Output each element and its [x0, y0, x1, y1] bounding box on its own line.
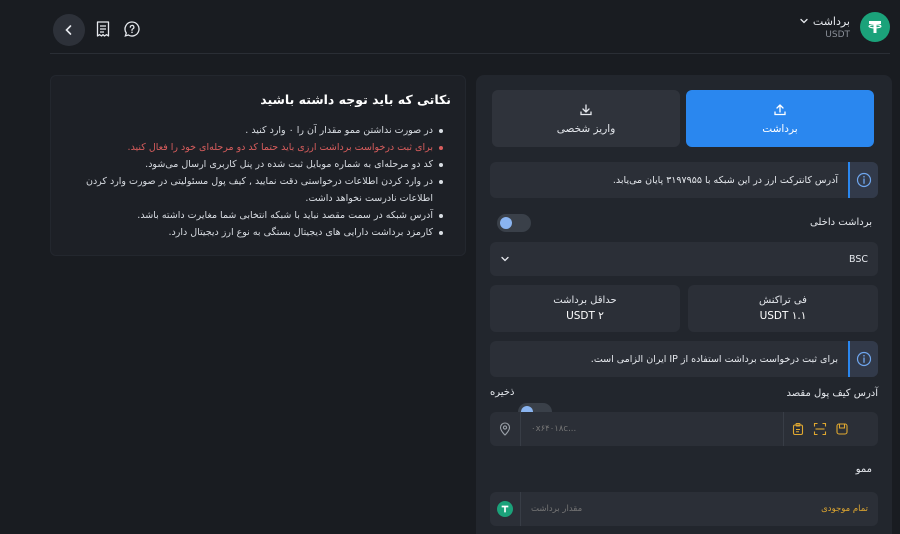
header-divider: [50, 53, 890, 54]
min-withdraw-value: ۲ USDT: [566, 310, 604, 322]
help-chat-icon[interactable]: [123, 20, 141, 38]
tether-coin-icon: [497, 501, 513, 517]
tab-withdraw-label: برداشت: [762, 122, 798, 135]
tether-logo-icon: [860, 12, 890, 42]
min-withdraw-card: حداقل برداشت ۲ USDT: [490, 285, 680, 332]
network-value: BSC: [848, 253, 868, 265]
ip-info-text: برای ثبت درخواست برداشت استفاده از IP ای…: [590, 353, 838, 365]
amount-input[interactable]: [521, 492, 822, 526]
withdraw-form: برداشت واریز شخصی آدرس کانترکت ارز در ای…: [476, 75, 892, 534]
notes-panel: نکاتی که باید توجه داشته باشید در صورت ن…: [50, 75, 466, 256]
fee-label: فی تراکنش: [759, 295, 807, 306]
memo-label: ممو: [855, 464, 872, 475]
info-icon: [856, 172, 872, 188]
network-select[interactable]: BSC: [490, 242, 878, 276]
min-withdraw-label: حداقل برداشت: [553, 295, 617, 306]
note-item-warning: برای ثبت درخواست برداشت ارزی باید حتما ک…: [83, 139, 443, 156]
note-item: کارمزد برداشت دارایی های دیجیتال بستگی ب…: [83, 224, 443, 241]
notes-list: در صورت نداشتن ممو مقدار آن را ۰ وارد کن…: [83, 122, 443, 241]
all-balance-button[interactable]: تمام موجودی: [821, 504, 878, 514]
address-book-icon[interactable]: [835, 422, 849, 436]
note-item: آدرس شبکه در سمت مقصد نباید با شبکه انتخ…: [83, 207, 443, 224]
fee-value: ۱.۱ USDT: [759, 310, 807, 322]
back-button[interactable]: [53, 14, 85, 46]
tab-personal-deposit-label: واریز شخصی: [556, 122, 616, 135]
upload-icon: [774, 103, 786, 115]
currency-header[interactable]: برداشت USDT: [799, 12, 890, 42]
currency-symbol: USDT: [825, 29, 850, 40]
scan-qr-icon[interactable]: [813, 422, 827, 436]
receipt-icon[interactable]: [94, 20, 112, 38]
chevron-down-icon: [501, 256, 509, 262]
fee-card: فی تراکنش ۱.۱ USDT: [688, 285, 878, 332]
note-item: در صورت نداشتن ممو مقدار آن را ۰ وارد کن…: [83, 122, 443, 139]
note-item: در وارد کردن اطلاعات درخواستی دقت نمایید…: [83, 173, 443, 207]
amount-input-row: تمام موجودی: [490, 492, 878, 526]
tab-withdraw[interactable]: برداشت: [686, 90, 874, 147]
contract-info-box: آدرس کانترکت ارز در این شبکه با ۳۱۹۷۹۵۵ …: [490, 162, 878, 198]
contract-info-text: آدرس کانترکت ارز در این شبکه با ۳۱۹۷۹۵۵ …: [612, 174, 838, 186]
notes-title: نکاتی که باید توجه داشته باشید: [260, 92, 451, 107]
info-icon: [856, 351, 872, 367]
tab-personal-deposit[interactable]: واریز شخصی: [492, 90, 680, 147]
save-address-label: ذخیره: [490, 387, 515, 398]
internal-withdraw-toggle[interactable]: [497, 214, 531, 232]
currency-title: برداشت: [812, 14, 850, 28]
download-icon: [580, 103, 592, 115]
internal-withdraw-label: برداشت داخلی: [810, 217, 872, 228]
address-label: آدرس کیف پول مقصد: [786, 388, 878, 399]
chevron-down-icon: [800, 18, 808, 24]
paste-clipboard-icon[interactable]: [791, 422, 805, 436]
location-pin-icon[interactable]: [498, 422, 512, 436]
note-item: کد دو مرحله‌ای به شماره موبایل ثبت شده د…: [83, 156, 443, 173]
ip-info-box: برای ثبت درخواست برداشت استفاده از IP ای…: [490, 341, 878, 377]
chevron-left-icon: [65, 25, 72, 35]
address-input-row: [490, 412, 878, 446]
address-input[interactable]: [521, 412, 783, 446]
